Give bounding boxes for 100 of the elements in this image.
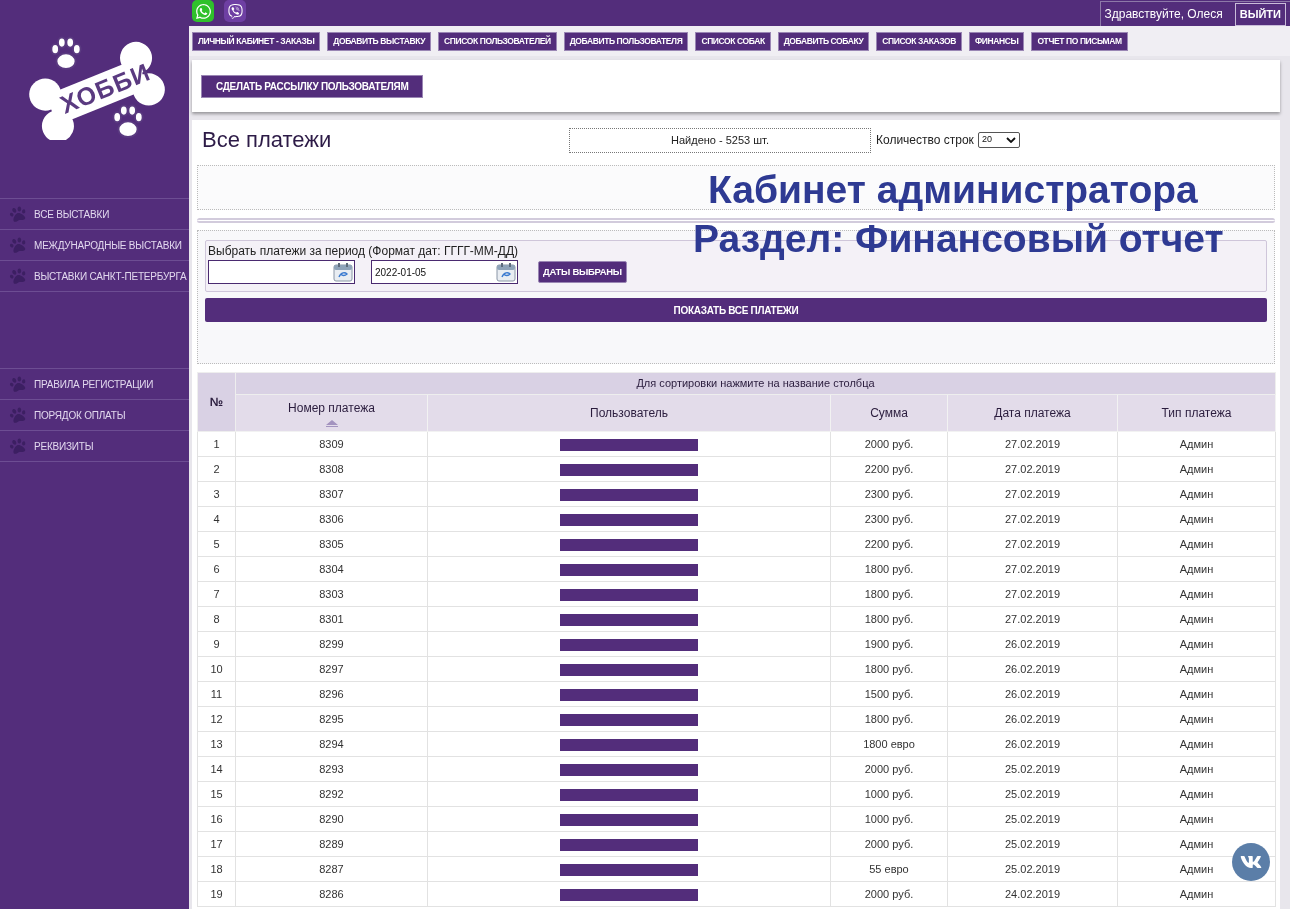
table-cell: 8295 bbox=[235, 706, 428, 732]
table-cell: 19 bbox=[197, 881, 236, 907]
sidebar-menu-item[interactable]: МЕЖДУНАРОДНЫЕ ВЫСТАВКИ bbox=[0, 230, 189, 261]
nav-button[interactable]: ДОБАВИТЬ ПОЛЬЗОВАТЕЛЯ bbox=[563, 31, 689, 51]
table-cell: 14 bbox=[197, 756, 236, 782]
table-cell: Админ bbox=[1117, 481, 1276, 507]
table-cell: 8299 bbox=[235, 631, 428, 657]
table-cell: 4 bbox=[197, 506, 236, 532]
table-cell: 8307 bbox=[235, 481, 428, 507]
table-cell: 8305 bbox=[235, 531, 428, 557]
rows-select[interactable]: 20 bbox=[977, 132, 1020, 148]
table-cell: 1800 руб. bbox=[830, 606, 948, 632]
table-cell: 2000 руб. bbox=[830, 831, 948, 857]
table-cell: 1800 евро bbox=[830, 731, 948, 757]
column-header[interactable]: Номер платежа bbox=[235, 394, 428, 432]
table-cell: 8301 bbox=[235, 606, 428, 632]
paw-icon bbox=[8, 405, 28, 425]
logout-button[interactable]: ВЫЙТИ bbox=[1234, 2, 1286, 26]
table-cell: 2000 руб. bbox=[830, 756, 948, 782]
sidebar-menu-item[interactable]: ПРАВИЛА РЕГИСТРАЦИИ bbox=[0, 369, 189, 400]
table-cell: 8292 bbox=[235, 781, 428, 807]
nav-button[interactable]: ДОБАВИТЬ СОБАКУ bbox=[777, 31, 870, 51]
nav-button[interactable]: СПИСОК СОБАК bbox=[695, 31, 771, 51]
table-cell: 8296 bbox=[235, 681, 428, 707]
chevron-down-icon bbox=[1005, 137, 1016, 143]
table-cell: Админ bbox=[1117, 581, 1276, 607]
table-cell: 1800 руб. bbox=[830, 581, 948, 607]
table-cell: 8293 bbox=[235, 756, 428, 782]
column-header[interactable]: Сумма bbox=[830, 394, 948, 432]
apply-dates-button[interactable]: ДАТЫ ВЫБРАНЫ bbox=[538, 261, 627, 283]
table-cell: 25.02.2019 bbox=[947, 856, 1118, 882]
mailing-button[interactable]: СДЕЛАТЬ РАССЫЛКУ ПОЛЬЗОВАТЕЛЯМ bbox=[201, 74, 424, 98]
phone-icon[interactable] bbox=[224, 0, 246, 22]
table-cell: 8 bbox=[197, 606, 236, 632]
table-cell: 8294 bbox=[235, 731, 428, 757]
table-cell: 18 bbox=[197, 856, 236, 882]
chat-phone-icon[interactable] bbox=[192, 0, 214, 22]
table-cell: Админ bbox=[1117, 731, 1276, 757]
table-cell: 25.02.2019 bbox=[947, 831, 1118, 857]
table-cell: 12 bbox=[197, 706, 236, 732]
nav-button[interactable]: ФИНАНСЫ bbox=[968, 31, 1025, 51]
paw-icon bbox=[8, 235, 28, 255]
table-cell: 25.02.2019 bbox=[947, 806, 1118, 832]
table-cell: 1800 руб. bbox=[830, 706, 948, 732]
table-cell: 1800 руб. bbox=[830, 556, 948, 582]
table-cell: 7 bbox=[197, 581, 236, 607]
table-cell: 25.02.2019 bbox=[947, 781, 1118, 807]
table-cell: 2300 руб. bbox=[830, 506, 948, 532]
table-cell: 26.02.2019 bbox=[947, 656, 1118, 682]
page-title: Все платежи bbox=[201, 127, 333, 153]
column-header[interactable]: Дата платежа bbox=[947, 394, 1118, 432]
sidebar-menu-item[interactable]: РЕКВИЗИТЫ bbox=[0, 431, 189, 462]
table-cell: 17 bbox=[197, 831, 236, 857]
table-cell: Админ bbox=[1117, 456, 1276, 482]
table-cell: 2200 руб. bbox=[830, 531, 948, 557]
table-cell: 1000 руб. bbox=[830, 781, 948, 807]
table-cell: 26.02.2019 bbox=[947, 706, 1118, 732]
table-cell: 24.02.2019 bbox=[947, 881, 1118, 907]
sidebar-menu-item[interactable]: ВЫСТАВКИ САНКТ-ПЕТЕРБУРГА bbox=[0, 261, 189, 292]
table-cell: 1 bbox=[197, 431, 236, 457]
calendar-icon[interactable] bbox=[333, 262, 353, 282]
date-input[interactable]: 2022-01-05 bbox=[371, 260, 518, 284]
column-header[interactable]: Пользователь bbox=[427, 394, 831, 432]
table-cell: 15 bbox=[197, 781, 236, 807]
nav-button[interactable]: СПИСОК ПОЛЬЗОВАТЕЛЕЙ bbox=[438, 31, 557, 51]
table-cell: 2200 руб. bbox=[830, 456, 948, 482]
sidebar-menu-item[interactable]: ВСЕ ВЫСТАВКИ bbox=[0, 199, 189, 230]
table-cell: 13 bbox=[197, 731, 236, 757]
table-cell: Админ bbox=[1117, 631, 1276, 657]
table-cell: 26.02.2019 bbox=[947, 681, 1118, 707]
table-cell: 1900 руб. bbox=[830, 631, 948, 657]
table-hint: Для сортировки нажмите на название столбца bbox=[235, 372, 1276, 395]
nav-button[interactable]: ОТЧЕТ ПО ПИСЬМАМ bbox=[1031, 31, 1128, 51]
table-cell: 55 евро bbox=[830, 856, 948, 882]
nav-button[interactable]: СПИСОК ЗАКАЗОВ bbox=[876, 31, 962, 51]
table-cell: Админ bbox=[1117, 506, 1276, 532]
column-header[interactable]: Тип платежа bbox=[1117, 394, 1276, 432]
table-cell: Админ bbox=[1117, 606, 1276, 632]
paw-icon bbox=[8, 266, 28, 286]
table-cell: Админ bbox=[1117, 781, 1276, 807]
table-cell: 11 bbox=[197, 681, 236, 707]
overlay-caption: Кабинет администратора bbox=[708, 167, 1198, 213]
table-cell: Админ bbox=[1117, 556, 1276, 582]
show-all-payments-button[interactable]: ПОКАЗАТЬ ВСЕ ПЛАТЕЖИ bbox=[205, 298, 1267, 322]
table-cell: 27.02.2019 bbox=[947, 581, 1118, 607]
table-cell: Админ bbox=[1117, 531, 1276, 557]
table-cell: Админ bbox=[1117, 431, 1276, 457]
sidebar-menu-item[interactable]: ПОРЯДОК ОПЛАТЫ bbox=[0, 400, 189, 431]
table-cell: 2300 руб. bbox=[830, 481, 948, 507]
date-input[interactable] bbox=[208, 260, 355, 284]
paw-icon bbox=[8, 436, 28, 456]
nav-button[interactable]: ДОБАВИТЬ ВЫСТАВКУ bbox=[327, 31, 432, 51]
nav-button[interactable]: ЛИЧНЫЙ КАБИНЕТ - ЗАКАЗЫ bbox=[192, 31, 321, 51]
table-cell: 27.02.2019 bbox=[947, 431, 1118, 457]
table-cell: 6 bbox=[197, 556, 236, 582]
table-cell: 27.02.2019 bbox=[947, 456, 1118, 482]
calendar-icon[interactable] bbox=[496, 262, 516, 282]
table-cell: 2000 руб. bbox=[830, 881, 948, 907]
paw-icon bbox=[8, 374, 28, 394]
table-cell: 8303 bbox=[235, 581, 428, 607]
